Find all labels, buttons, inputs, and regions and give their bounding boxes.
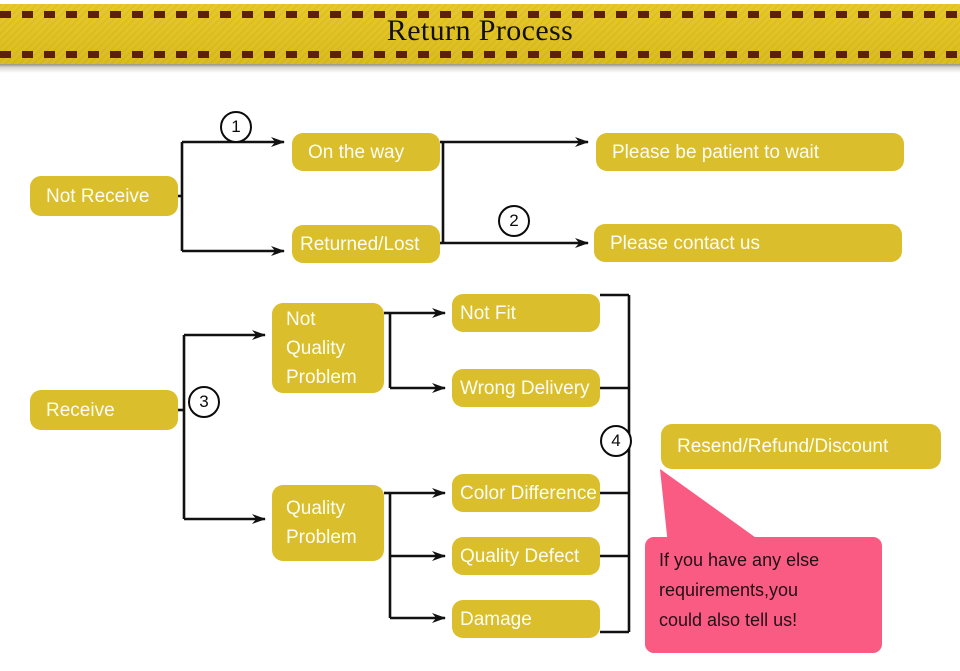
node-please-contact-us[interactable]: Please contact us — [594, 224, 902, 262]
step-marker-4: 4 — [600, 425, 632, 457]
node-label: Color Difference — [460, 482, 597, 504]
node-label: Returned/Lost — [300, 233, 420, 255]
node-label: On the way — [308, 141, 405, 163]
step-marker-label: 3 — [199, 392, 209, 411]
step-marker-label: 2 — [509, 211, 519, 230]
node-not-fit[interactable]: Not Fit — [452, 294, 600, 332]
node-label: Not Receive — [46, 185, 150, 207]
node-label: Quality Problem — [286, 498, 357, 548]
node-receive[interactable]: Receive — [30, 390, 178, 430]
node-not-quality-problem[interactable]: Not Quality Problem — [272, 303, 384, 393]
step-marker-2: 2 — [498, 205, 530, 237]
node-label: Quality Defect — [460, 545, 580, 567]
node-label: Receive — [46, 399, 115, 421]
callout-tail-icon — [660, 469, 766, 545]
node-resend-refund-discount[interactable]: Resend/Refund/Discount — [661, 424, 941, 469]
node-label: Wrong Delivery — [460, 377, 590, 399]
node-damage[interactable]: Damage — [452, 600, 600, 638]
node-label: Damage — [460, 608, 532, 630]
node-label: Please contact us — [610, 232, 760, 254]
node-not-receive[interactable]: Not Receive — [30, 176, 178, 216]
node-label: Not Quality Problem — [286, 308, 357, 388]
node-label: Please be patient to wait — [612, 141, 820, 163]
step-marker-1: 1 — [220, 111, 252, 143]
node-label: Not Fit — [460, 302, 516, 324]
node-please-be-patient-to-wait[interactable]: Please be patient to wait — [596, 133, 904, 171]
node-quality-defect[interactable]: Quality Defect — [452, 537, 600, 575]
node-color-difference[interactable]: Color Difference — [452, 474, 600, 512]
node-returned-lost[interactable]: Returned/Lost — [292, 225, 440, 263]
step-marker-label: 4 — [611, 431, 621, 450]
step-marker-3: 3 — [188, 386, 220, 418]
node-wrong-delivery[interactable]: Wrong Delivery — [452, 369, 600, 407]
node-quality-problem[interactable]: Quality Problem — [272, 485, 384, 561]
flowchart-canvas: Not Receive Receive On the way Returned/… — [0, 0, 960, 671]
callout-bubble: If you have any else requirements,you co… — [645, 537, 882, 653]
node-label: Resend/Refund/Discount — [677, 436, 889, 457]
step-marker-label: 1 — [231, 117, 241, 136]
node-on-the-way[interactable]: On the way — [292, 133, 440, 171]
